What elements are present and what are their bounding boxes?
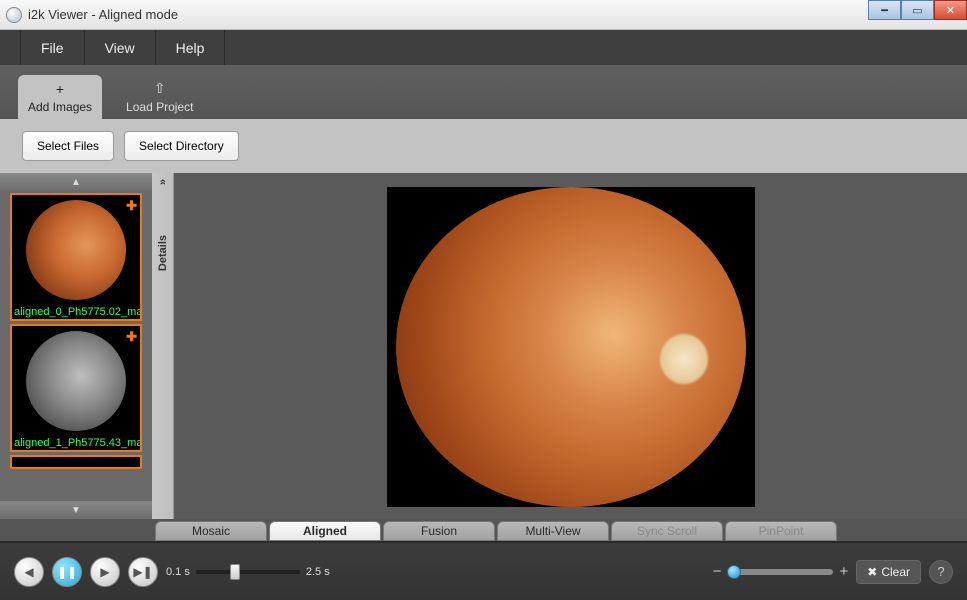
- thumbnail-item[interactable]: ✚ aligned_1_Ph5775.43_mag: [10, 324, 142, 452]
- select-files-button[interactable]: Select Files: [22, 131, 114, 161]
- select-directory-button[interactable]: Select Directory: [124, 131, 239, 161]
- viewtab-fusion[interactable]: Fusion: [383, 521, 495, 541]
- next-frame-button[interactable]: ▶❚: [128, 557, 158, 587]
- viewtab-pinpoint: PinPoint: [725, 521, 837, 541]
- help-button[interactable]: ?: [929, 560, 953, 584]
- window-title: i2k Viewer - Aligned mode: [28, 7, 178, 22]
- menubar: File View Help: [0, 30, 967, 65]
- thumbnail-list: ✚ aligned_0_Ph5775.02_mag ✚ aligned_1_Ph…: [0, 191, 152, 501]
- zoom-track[interactable]: [727, 569, 833, 575]
- tab-load-project[interactable]: ⇧ Load Project: [116, 74, 203, 119]
- menu-view[interactable]: View: [85, 30, 156, 65]
- thumbs-scroll-down[interactable]: ▼: [0, 501, 152, 519]
- menu-help[interactable]: Help: [156, 30, 226, 65]
- playback-bar: ◀ ❚❚ ▶ ▶❚ 0.1 s 2.5 s − + ✖ Clear ?: [0, 541, 967, 600]
- image-viewer[interactable]: [174, 173, 967, 519]
- speed-slider: 0.1 s 2.5 s: [166, 566, 330, 578]
- details-label: Details: [157, 235, 169, 271]
- zoom-out-icon[interactable]: −: [713, 563, 722, 580]
- add-thumb-icon[interactable]: ✚: [126, 329, 137, 345]
- thumbnail-item[interactable]: [10, 455, 142, 469]
- thumbnail-item[interactable]: ✚ aligned_0_Ph5775.02_mag: [10, 193, 142, 321]
- zoom-thumb[interactable]: [727, 565, 741, 579]
- thumbnail-sidebar: ▲ ✚ aligned_0_Ph5775.02_mag ✚ aligned_1_…: [0, 173, 152, 519]
- canvas: [387, 187, 755, 507]
- view-mode-tabs: Mosaic Aligned Fusion Multi-View Sync Sc…: [0, 519, 967, 541]
- tab-load-project-label: Load Project: [126, 100, 193, 114]
- add-thumb-icon[interactable]: ✚: [126, 198, 137, 214]
- thumbnail-image: [12, 326, 140, 436]
- speed-track[interactable]: [196, 570, 300, 574]
- maximize-button[interactable]: ▭: [901, 0, 934, 20]
- minimize-button[interactable]: ━: [868, 0, 901, 20]
- clear-button[interactable]: ✖ Clear: [856, 560, 921, 584]
- upload-icon: ⇧: [154, 80, 166, 97]
- close-button[interactable]: ✕: [934, 0, 967, 20]
- optic-disc: [660, 334, 708, 384]
- speed-min-label: 0.1 s: [166, 566, 190, 578]
- viewtab-mosaic[interactable]: Mosaic: [155, 521, 267, 541]
- viewtab-syncscroll: Sync Scroll: [611, 521, 723, 541]
- button-row: Select Files Select Directory: [0, 119, 967, 173]
- speed-thumb[interactable]: [230, 564, 240, 580]
- play-button[interactable]: ▶: [90, 557, 120, 587]
- plus-icon: +: [56, 81, 64, 97]
- viewtab-multiview[interactable]: Multi-View: [497, 521, 609, 541]
- window-controls: ━ ▭ ✕: [868, 0, 967, 20]
- viewtab-aligned[interactable]: Aligned: [269, 521, 381, 541]
- tab-add-images[interactable]: + Add Images: [18, 75, 102, 119]
- app-icon: [6, 7, 22, 23]
- main-area: ▲ ✚ aligned_0_Ph5775.02_mag ✚ aligned_1_…: [0, 173, 967, 519]
- fundus-image: [396, 187, 746, 507]
- speed-max-label: 2.5 s: [306, 566, 330, 578]
- pause-button[interactable]: ❚❚: [52, 557, 82, 587]
- chevron-right-icon: »: [157, 179, 169, 185]
- titlebar: i2k Viewer - Aligned mode ━ ▭ ✕: [0, 0, 967, 30]
- clear-label: Clear: [881, 565, 910, 579]
- tab-add-images-label: Add Images: [28, 100, 92, 114]
- thumbnail-label: aligned_0_Ph5775.02_mag: [12, 305, 140, 319]
- zoom-control: − +: [713, 563, 849, 580]
- x-icon: ✖: [867, 565, 877, 579]
- thumbs-scroll-up[interactable]: ▲: [0, 173, 152, 191]
- menu-file[interactable]: File: [20, 30, 85, 65]
- thumbnail-image: [12, 195, 140, 305]
- prev-frame-button[interactable]: ◀: [14, 557, 44, 587]
- thumbnail-label: aligned_1_Ph5775.43_mag: [12, 436, 140, 450]
- toolbar-tabs: + Add Images ⇧ Load Project: [0, 65, 967, 119]
- zoom-in-icon[interactable]: +: [839, 563, 848, 580]
- details-panel-handle[interactable]: » Details: [152, 173, 174, 519]
